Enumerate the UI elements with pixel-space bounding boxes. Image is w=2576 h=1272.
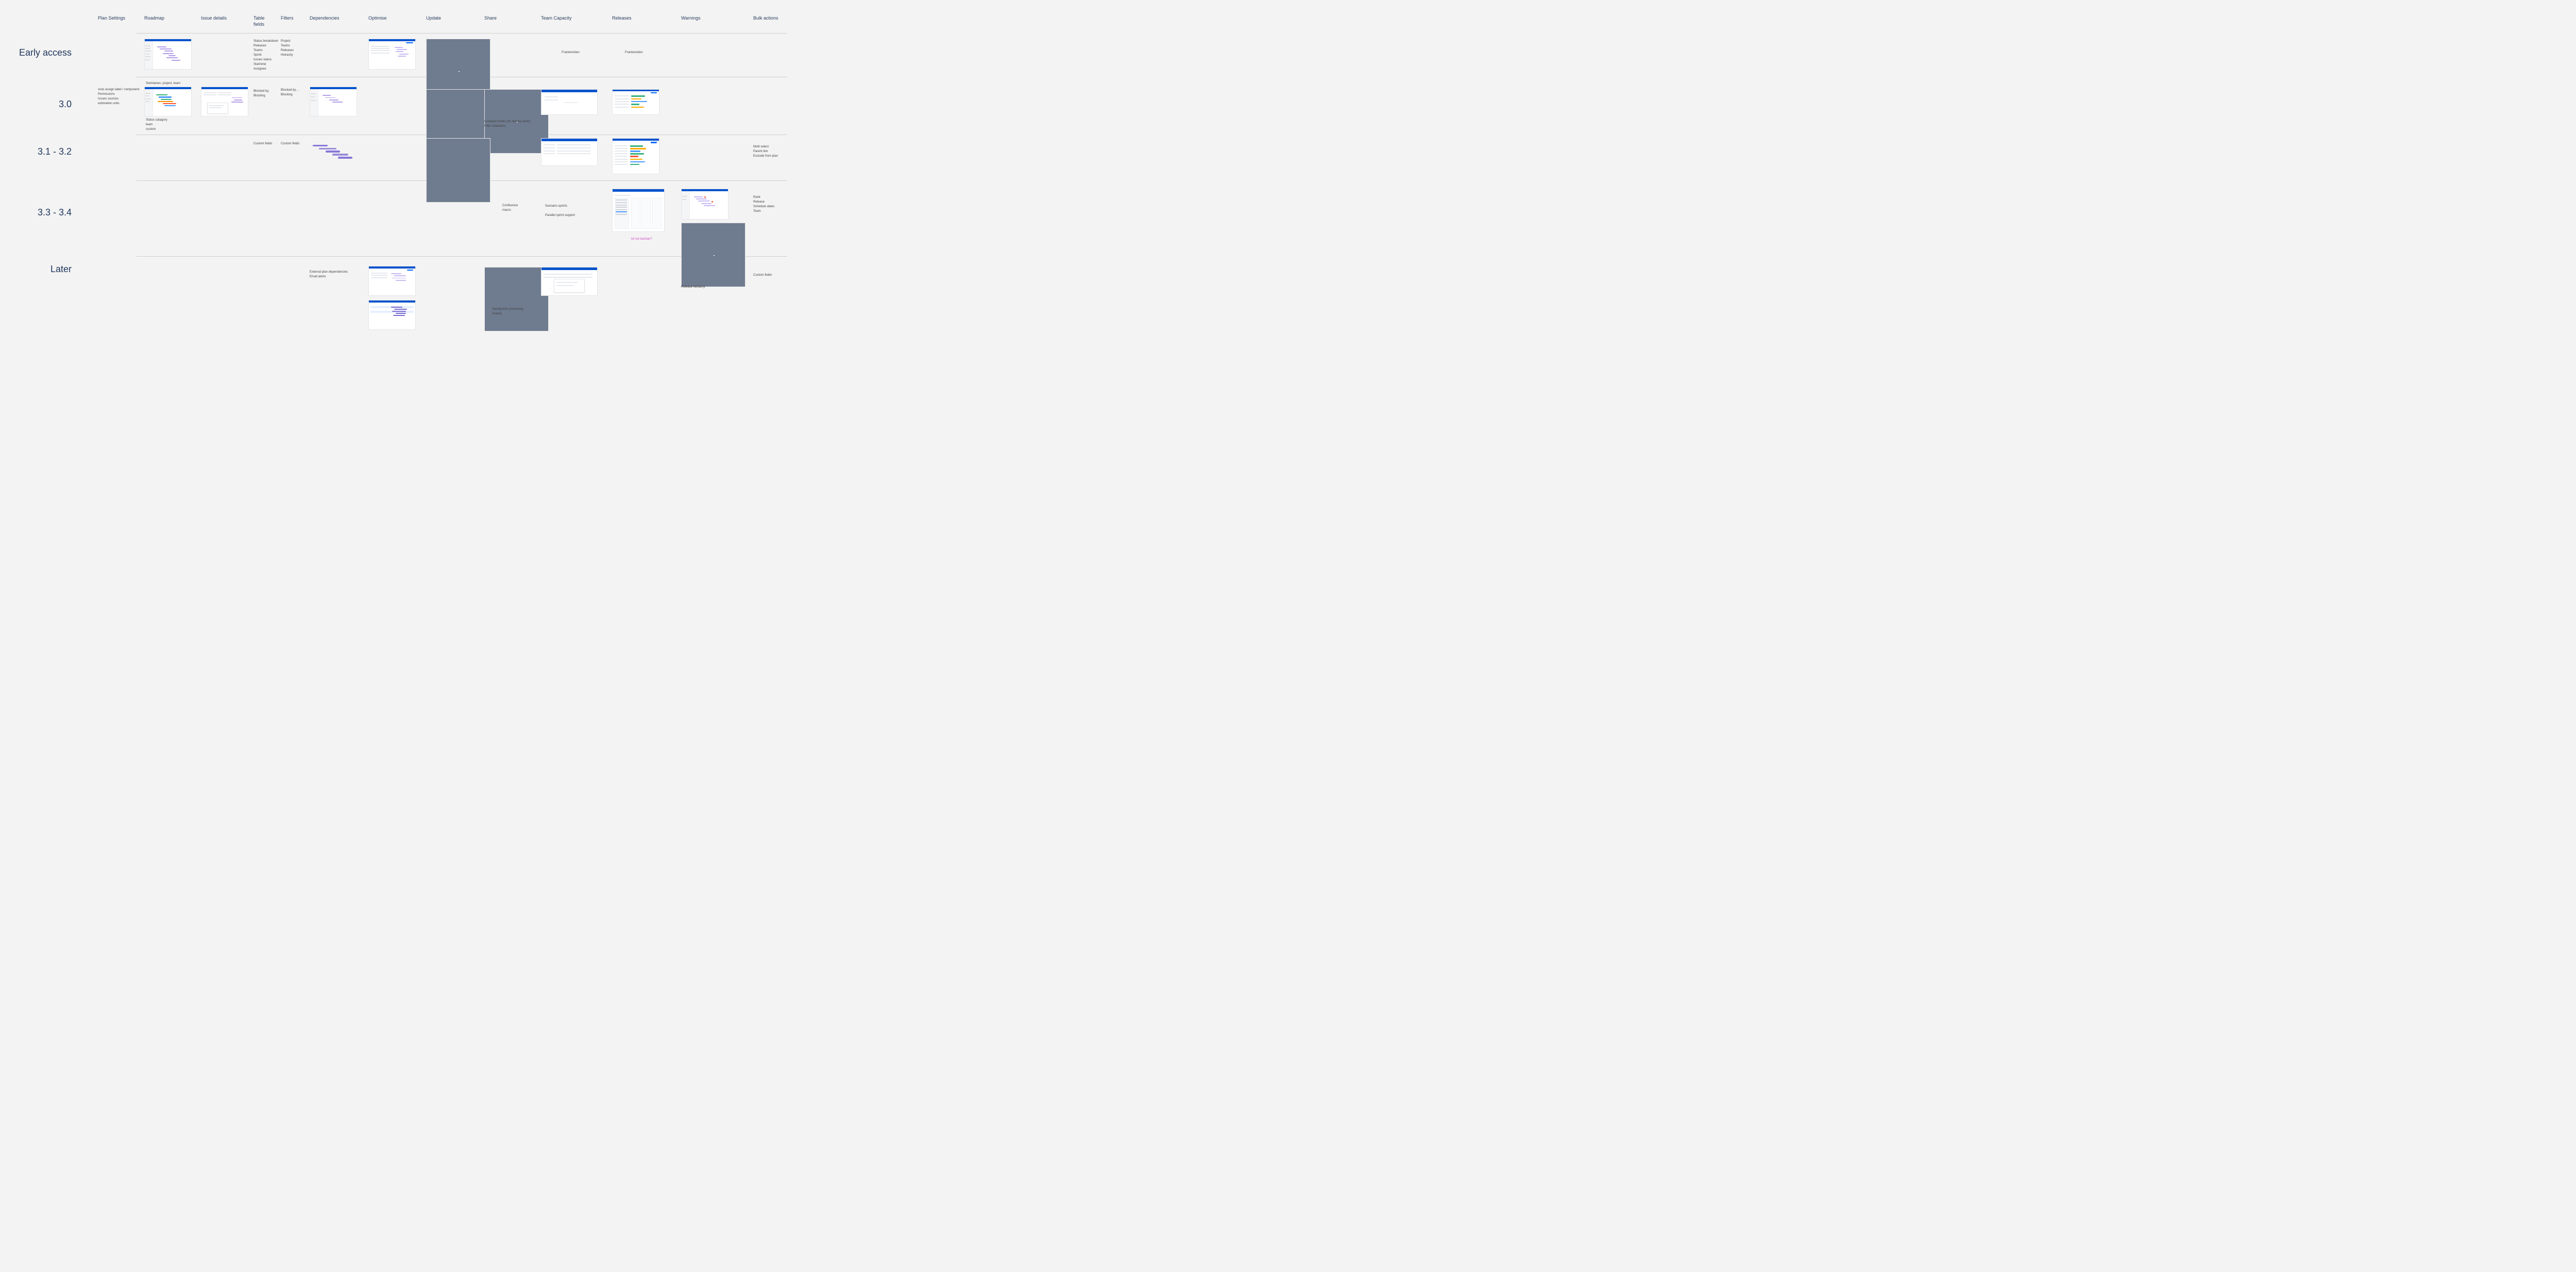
thumb-30-dependencies[interactable] (310, 87, 357, 116)
note-ea-filters: Project Teams Releases Heirachy (281, 39, 294, 58)
col-roadmap: Roadmap (144, 15, 164, 22)
note-30-table-fields: Blocked by, Blocking (253, 89, 269, 98)
note-33-releases-kanban: lol not kanban? (631, 237, 652, 242)
roadmap-planning-matrix: Plan Settings Roadmap Issue details Tabl… (0, 0, 793, 343)
note-later-warnings: Release heirachy (681, 285, 705, 290)
note-ea-warnings: Frankenstien (625, 51, 643, 55)
note-ea-releases: Frankenstien (562, 51, 580, 55)
note-33-share: Confluence macro (502, 204, 518, 213)
thumb-33-releases[interactable] (612, 189, 665, 232)
note-ea-table-fields: Status breakdown Releases Teams Sprint I… (253, 39, 278, 72)
note-33-bulk: Rank Release Schedule dates Team (753, 195, 774, 214)
note-33-team-capacity: Scenario sprints Parallel sprint support (545, 204, 575, 218)
row-31-32: 3.1 - 3.2 (0, 146, 90, 157)
column-headers: Plan Settings Roadmap Issue details Tabl… (0, 15, 793, 33)
row-30: 3.0 (0, 99, 90, 110)
note-31-filters: Custom fields (281, 142, 299, 146)
thumb-33-warnings-1[interactable] (681, 189, 728, 220)
thumb-30-releases[interactable] (612, 89, 659, 115)
thumb-33-warnings-2[interactable] (681, 223, 745, 287)
thumb-30-roadmap[interactable] (144, 87, 192, 116)
thumb-30-issue-details[interactable] (201, 87, 248, 116)
thumb-31-dependencies[interactable] (310, 143, 357, 162)
note-31-table-fields: Custom fields (253, 142, 272, 146)
row-sep-early-access (137, 33, 787, 34)
thumb-later-team-capacity[interactable] (541, 267, 598, 296)
note-later-bulk: Custom fields (753, 273, 772, 278)
thumb-31-team-capacity[interactable] (541, 138, 598, 166)
col-issue-details: Issue details (201, 15, 227, 22)
row-early-access: Early access (0, 47, 90, 58)
thumb-later-optimise-2[interactable] (368, 300, 416, 330)
col-bulk-actions: Bulk actions (753, 15, 778, 22)
col-warnings: Warnings (681, 15, 701, 22)
note-later-dependencies: External plan dependencies Email alerts (310, 270, 348, 279)
note-30-share: Compact mode (inc heiracy level) Filter … (484, 120, 530, 129)
note-30-roadmap-top: Swimlanes: project, team (146, 81, 180, 86)
col-table-fields: Table fields (253, 15, 265, 27)
row-33-34: 3.3 - 3.4 (0, 207, 90, 218)
col-update: Update (426, 15, 441, 22)
thumb-ea-optimise[interactable] (368, 39, 416, 70)
col-releases: Releases (612, 15, 632, 22)
col-filters: Filters (281, 15, 294, 22)
thumb-31-releases[interactable] (612, 138, 659, 174)
col-dependencies: Dependencies (310, 15, 340, 22)
col-team-capacity: Team Capacity (541, 15, 572, 22)
thumb-31-update[interactable] (426, 138, 490, 203)
note-30-filters: Blocked by… Blocking (281, 88, 299, 97)
thumb-later-share[interactable] (484, 267, 549, 331)
note-30-plan-settings: Auto assign label / component Permission… (98, 88, 139, 106)
note-30-roadmap-bottom: Status catagory team custom (146, 118, 167, 132)
col-plan-settings: Plan Settings (98, 15, 125, 22)
thumb-30-team-capacity[interactable]: coming soon (541, 89, 598, 115)
thumb-ea-roadmap[interactable] (144, 39, 192, 70)
row-later: Later (0, 264, 90, 275)
note-31-bulk: Multi select Parent link Exclude from pl… (753, 145, 778, 159)
thumb-later-optimise-1[interactable] (368, 266, 416, 296)
note-later-share: Saving links previously shared (492, 307, 523, 316)
col-share: Share (484, 15, 497, 22)
col-optimise: Optimise (368, 15, 387, 22)
